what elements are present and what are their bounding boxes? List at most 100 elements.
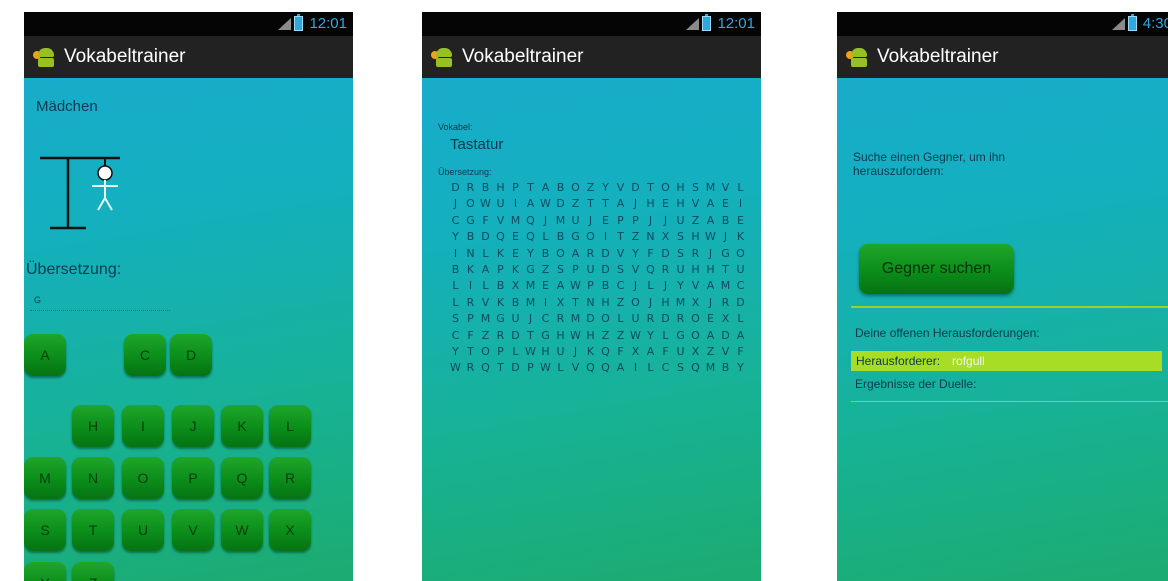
grid-letter[interactable]: R [643, 311, 658, 327]
grid-letter[interactable]: F [643, 246, 658, 262]
grid-letter[interactable]: S [613, 262, 628, 278]
grid-letter[interactable]: A [703, 196, 718, 212]
grid-letter[interactable]: J [658, 278, 673, 294]
grid-letter[interactable]: O [658, 180, 673, 196]
grid-letter[interactable]: L [733, 311, 748, 327]
letter-key-v[interactable]: V [172, 509, 214, 551]
grid-letter[interactable]: T [523, 180, 538, 196]
grid-letter[interactable]: U [583, 262, 598, 278]
grid-letter[interactable]: E [508, 246, 523, 262]
grid-letter[interactable]: V [688, 278, 703, 294]
letter-key-p[interactable]: P [172, 457, 214, 499]
grid-letter[interactable]: Q [493, 229, 508, 245]
grid-letter[interactable]: S [673, 246, 688, 262]
grid-letter[interactable]: L [553, 360, 568, 376]
grid-letter[interactable]: P [613, 213, 628, 229]
grid-letter[interactable]: A [703, 213, 718, 229]
grid-letter[interactable]: T [583, 196, 598, 212]
grid-letter[interactable]: D [718, 328, 733, 344]
grid-letter[interactable]: M [553, 213, 568, 229]
grid-letter[interactable]: G [538, 328, 553, 344]
grid-letter[interactable]: Q [523, 213, 538, 229]
grid-letter[interactable]: X [508, 278, 523, 294]
grid-letter[interactable]: Y [628, 246, 643, 262]
grid-letter[interactable]: M [718, 278, 733, 294]
letter-key-a[interactable]: A [24, 334, 66, 376]
grid-letter[interactable]: M [523, 295, 538, 311]
grid-letter[interactable]: D [628, 180, 643, 196]
letter-key-c[interactable]: C [124, 334, 166, 376]
grid-letter[interactable]: Y [673, 278, 688, 294]
grid-letter[interactable]: W [628, 328, 643, 344]
grid-letter[interactable]: Y [733, 360, 748, 376]
grid-letter[interactable]: U [568, 213, 583, 229]
grid-letter[interactable]: L [613, 311, 628, 327]
grid-letter[interactable]: Y [643, 328, 658, 344]
grid-letter[interactable]: Q [598, 360, 613, 376]
grid-letter[interactable]: M [508, 213, 523, 229]
grid-letter[interactable]: X [628, 344, 643, 360]
letter-key-i[interactable]: I [122, 405, 164, 447]
grid-letter[interactable]: Q [688, 360, 703, 376]
grid-letter[interactable]: O [733, 246, 748, 262]
grid-letter[interactable]: T [598, 196, 613, 212]
grid-letter[interactable]: R [658, 262, 673, 278]
grid-letter[interactable]: M [703, 180, 718, 196]
grid-letter[interactable]: K [493, 246, 508, 262]
grid-letter[interactable]: E [508, 229, 523, 245]
grid-letter[interactable]: S [448, 311, 463, 327]
grid-letter[interactable]: L [478, 246, 493, 262]
grid-letter[interactable]: B [538, 246, 553, 262]
grid-letter[interactable]: W [478, 196, 493, 212]
grid-letter[interactable]: B [718, 213, 733, 229]
grid-letter[interactable]: T [613, 229, 628, 245]
grid-letter[interactable]: W [538, 196, 553, 212]
letter-key-m[interactable]: M [24, 457, 66, 499]
grid-letter[interactable]: J [658, 213, 673, 229]
grid-letter[interactable]: J [718, 229, 733, 245]
grid-letter[interactable]: L [448, 278, 463, 294]
grid-letter[interactable]: J [448, 196, 463, 212]
grid-letter[interactable]: M [703, 360, 718, 376]
letter-key-s[interactable]: S [24, 509, 66, 551]
grid-letter[interactable]: S [673, 360, 688, 376]
letter-key-z[interactable]: Z [72, 562, 114, 581]
grid-letter[interactable]: X [658, 229, 673, 245]
grid-letter[interactable]: O [688, 311, 703, 327]
grid-letter[interactable]: H [643, 196, 658, 212]
grid-letter[interactable]: I [628, 360, 643, 376]
grid-letter[interactable]: D [508, 360, 523, 376]
grid-letter[interactable]: A [538, 180, 553, 196]
grid-letter[interactable]: O [628, 295, 643, 311]
grid-letter[interactable]: A [733, 328, 748, 344]
grid-letter[interactable]: R [673, 311, 688, 327]
grid-letter[interactable]: D [733, 295, 748, 311]
grid-letter[interactable]: D [553, 196, 568, 212]
grid-letter[interactable]: Y [448, 229, 463, 245]
grid-letter[interactable]: Q [598, 344, 613, 360]
grid-letter[interactable]: U [733, 262, 748, 278]
grid-letter[interactable]: P [493, 262, 508, 278]
grid-letter[interactable]: A [613, 360, 628, 376]
grid-letter[interactable]: V [718, 180, 733, 196]
letter-key-y[interactable]: Y [24, 562, 66, 581]
grid-letter[interactable]: R [463, 295, 478, 311]
grid-letter[interactable]: V [478, 295, 493, 311]
letter-grid[interactable]: DRBHPTABOZYVDTOHSMVLJOWUIAWDZTTAJHEHVAEI… [448, 180, 748, 377]
grid-letter[interactable]: L [538, 229, 553, 245]
grid-letter[interactable]: H [703, 262, 718, 278]
grid-letter[interactable]: I [733, 196, 748, 212]
grid-letter[interactable]: T [643, 180, 658, 196]
grid-letter[interactable]: F [478, 213, 493, 229]
grid-letter[interactable]: V [568, 360, 583, 376]
grid-letter[interactable]: D [508, 328, 523, 344]
grid-letter[interactable]: V [688, 196, 703, 212]
grid-letter[interactable]: Z [703, 344, 718, 360]
grid-letter[interactable]: H [673, 196, 688, 212]
grid-letter[interactable]: Z [613, 328, 628, 344]
grid-letter[interactable]: U [508, 311, 523, 327]
grid-letter[interactable]: A [553, 278, 568, 294]
grid-letter[interactable]: W [568, 278, 583, 294]
grid-letter[interactable]: X [718, 311, 733, 327]
grid-letter[interactable]: N [583, 295, 598, 311]
